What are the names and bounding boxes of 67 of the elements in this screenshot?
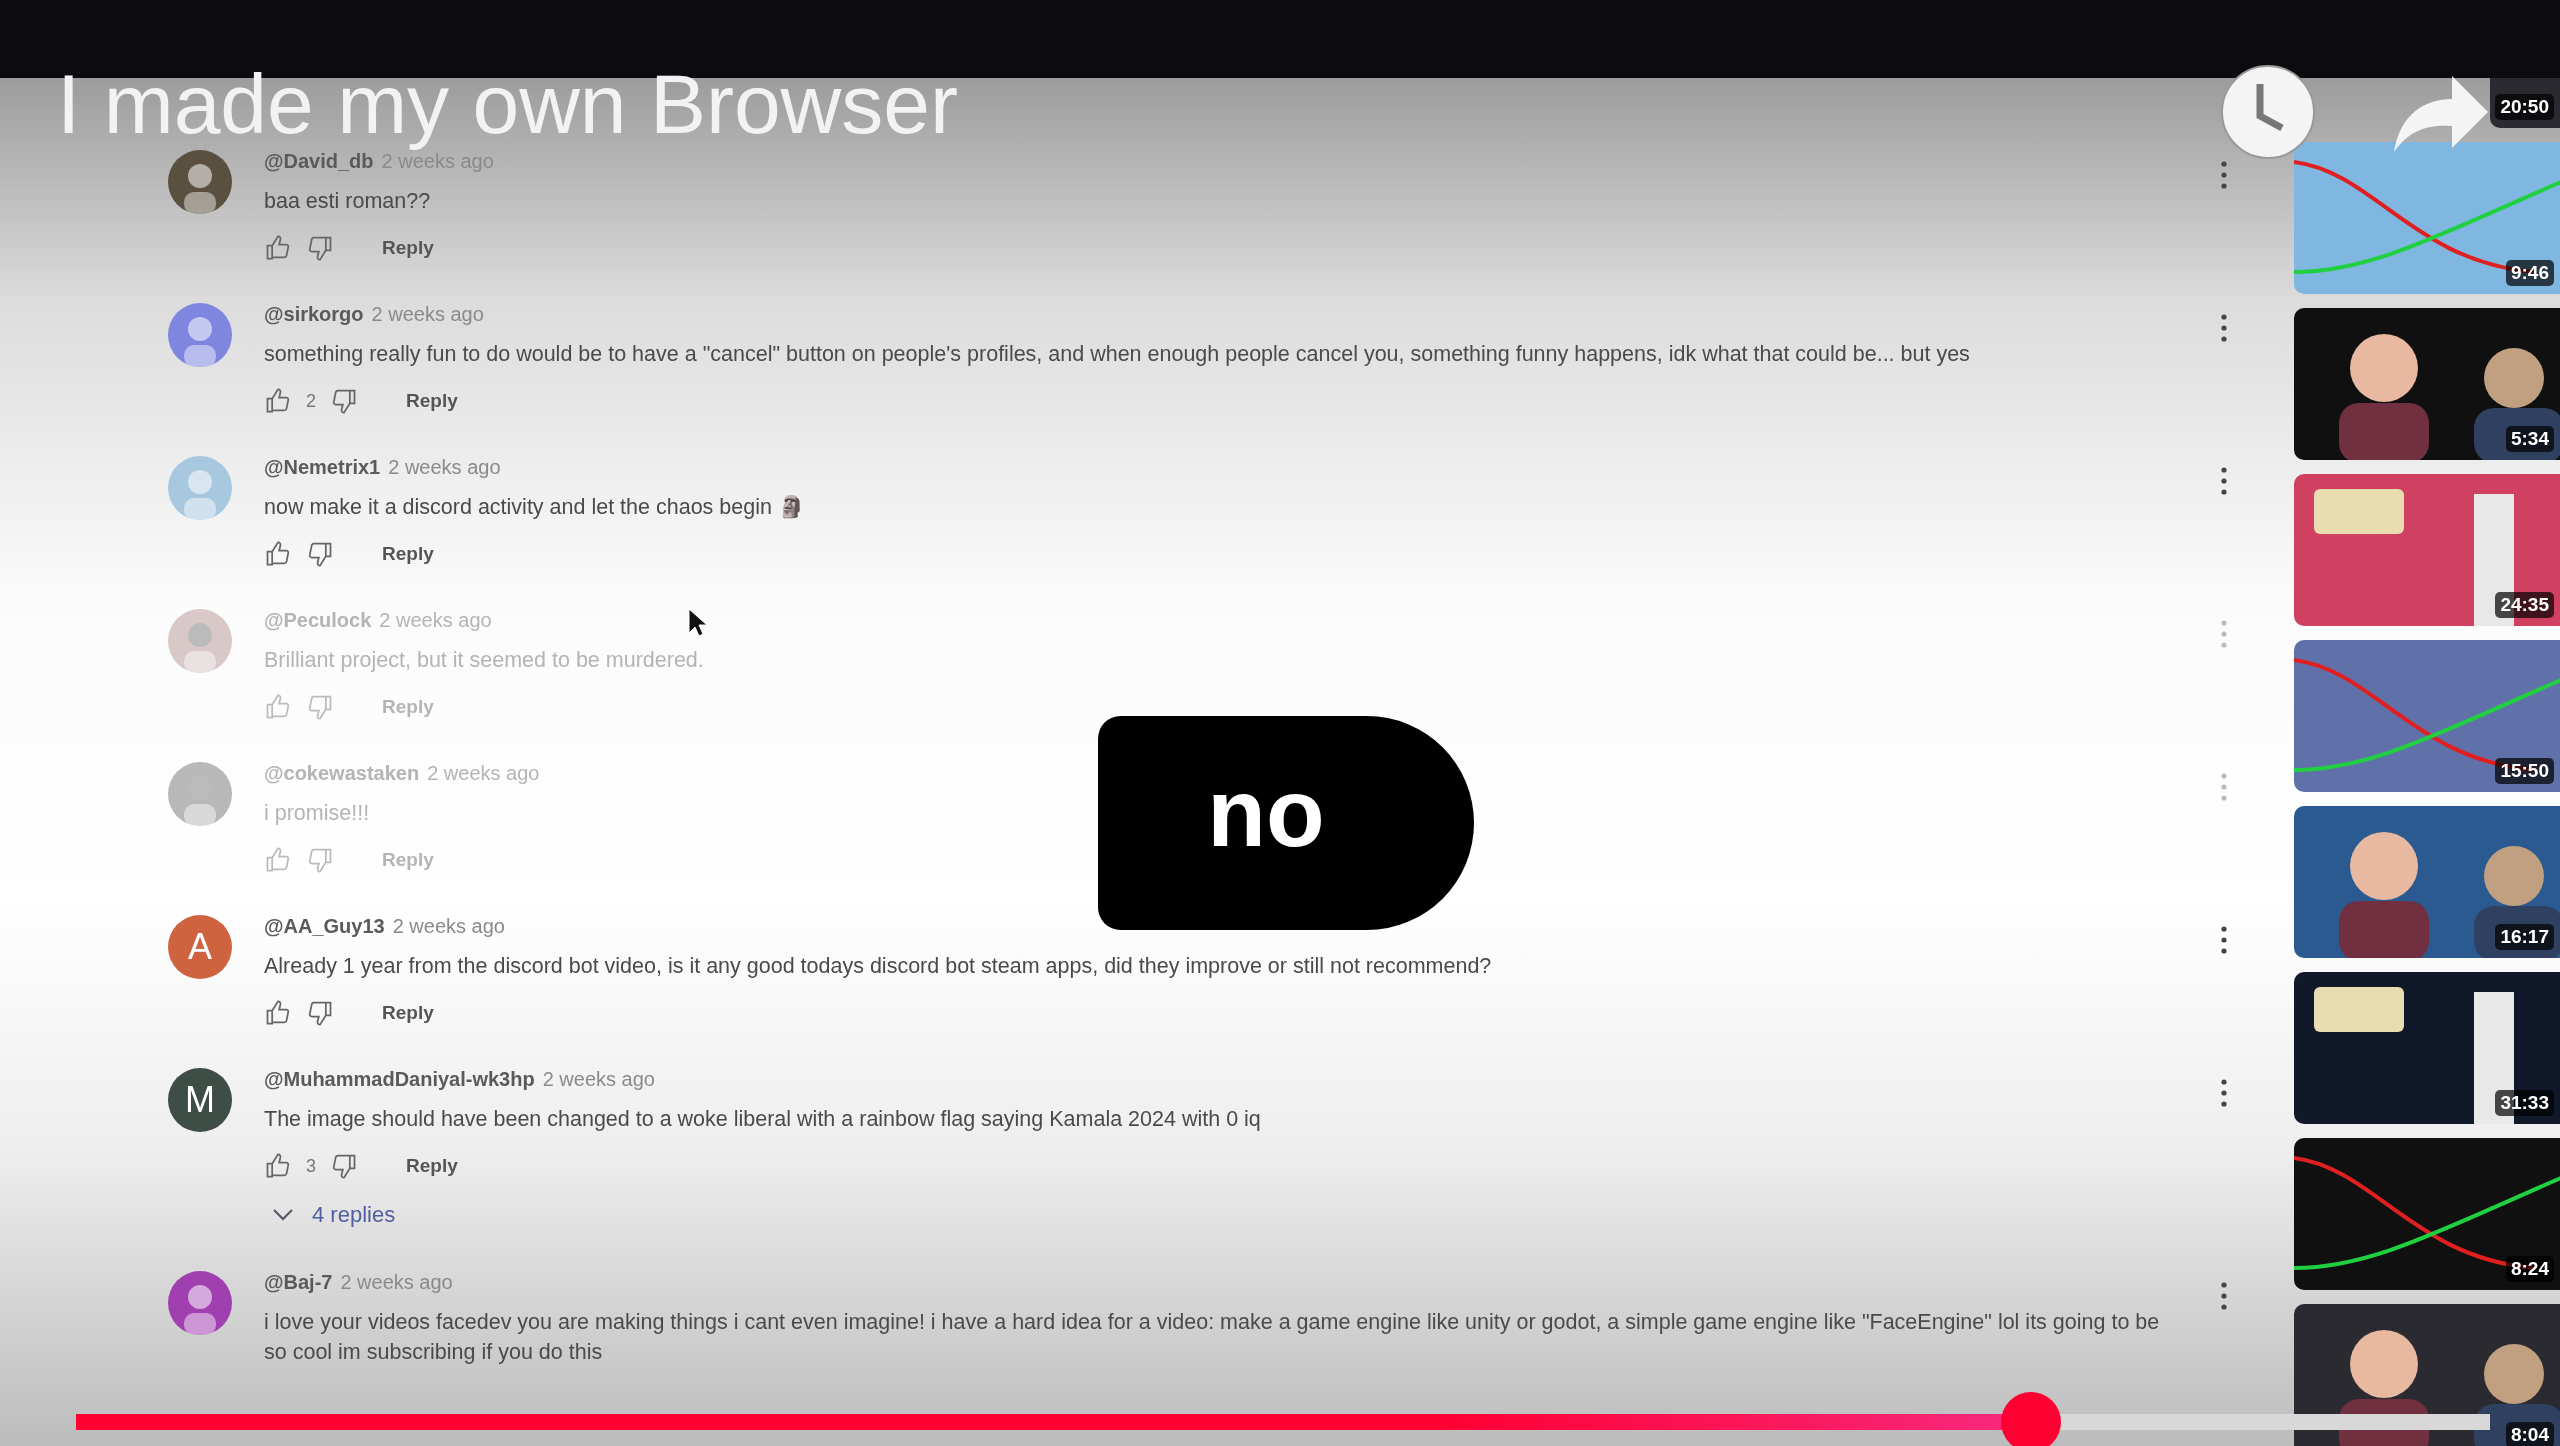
video-duration: 9:46 (2505, 260, 2554, 286)
comment-author[interactable]: @David_db (264, 150, 374, 173)
video-thumbnail[interactable]: 15:50 (2294, 640, 2560, 792)
video-duration: 15:50 (2495, 758, 2554, 784)
avatar[interactable]: M (168, 1068, 232, 1132)
reply-button[interactable]: Reply (374, 998, 442, 1028)
like-icon[interactable] (264, 1152, 292, 1180)
dislike-icon[interactable] (330, 1152, 358, 1180)
like-icon[interactable] (264, 999, 292, 1027)
dislike-icon[interactable] (306, 540, 334, 568)
comment-text: The image should have been changed to a woke liberal with a rainbow flag saying Kamala 2024 with 0 iq (264, 1106, 1261, 1133)
more-icon[interactable] (2219, 1281, 2229, 1311)
dislike-icon[interactable] (306, 999, 334, 1027)
comment-author[interactable]: @MuhammadDaniyal-wk3hp (264, 1068, 535, 1091)
more-icon[interactable] (2219, 466, 2229, 496)
comment-text: i promise!!! (264, 800, 370, 827)
like-count: 2 (306, 390, 316, 412)
mouse-cursor-icon (688, 608, 708, 638)
reply-button[interactable]: Reply (398, 1151, 466, 1181)
dislike-icon[interactable] (330, 387, 358, 415)
reply-button[interactable]: Reply (398, 386, 466, 416)
replies-toggle[interactable]: 4 replies (264, 1196, 404, 1234)
video-thumbnail[interactable]: 31:33 (2294, 972, 2560, 1124)
comment-author[interactable]: @Nemetrix1 (264, 456, 381, 479)
progress-bar[interactable] (76, 1414, 2490, 1430)
clock-icon[interactable] (2220, 64, 2316, 160)
video-thumbnail[interactable]: 20:50 (2490, 78, 2560, 128)
comment-author[interactable]: @sirkorgo (264, 303, 364, 326)
video-duration: 5:34 (2505, 426, 2554, 452)
video-duration: 16:17 (2495, 924, 2554, 950)
avatar[interactable]: A (168, 915, 232, 979)
video-duration: 31:33 (2495, 1090, 2554, 1116)
more-icon[interactable] (2219, 1078, 2229, 1108)
comment-time[interactable]: 2 weeks ago (542, 1068, 655, 1091)
video-thumbnail[interactable]: 9:46 (2294, 142, 2560, 294)
comment-text: something really fun to do would be to have a "cancel" button on people's profiles, and when enough people cancel you, something funny happens, idk what that could be... but yes (264, 341, 1970, 368)
video-thumbnail[interactable]: 16:17 (2294, 806, 2560, 958)
sticker-text: no (1207, 758, 1325, 868)
more-icon[interactable] (2219, 160, 2229, 190)
reply-button[interactable]: Reply (374, 233, 442, 263)
comment-author[interactable]: @Baj-7 (264, 1271, 333, 1294)
like-icon[interactable] (264, 540, 292, 568)
comment-author[interactable]: @AA_Guy13 (264, 915, 385, 938)
reply-button[interactable]: Reply (374, 539, 442, 569)
video-duration: 24:35 (2495, 592, 2554, 618)
video-duration: 8:04 (2505, 1422, 2554, 1446)
comment-text: baa esti roman?? (264, 188, 431, 215)
comment-time[interactable]: 2 weeks ago (392, 915, 505, 938)
comment-text: Already 1 year from the discord bot video, is it any good todays discord bot steam apps, did they improve or still not recommend? (264, 953, 1492, 980)
like-icon[interactable] (264, 387, 292, 415)
video-thumbnail[interactable]: 8:24 (2294, 1138, 2560, 1290)
comment-time[interactable]: 2 weeks ago (371, 303, 484, 326)
chevron-down-icon[interactable] (272, 1208, 294, 1222)
video-duration: 8:24 (2505, 1256, 2554, 1282)
comment-text: now make it a discord activity and let the chaos begin 🗿 (264, 494, 805, 521)
video-thumbnail[interactable]: 24:35 (2294, 474, 2560, 626)
more-icon[interactable] (2219, 925, 2229, 955)
more-icon[interactable] (2219, 313, 2229, 343)
video-thumbnail[interactable]: 5:34 (2294, 308, 2560, 460)
comment-text: i love your videos facedev you are making things i cant even imagine! i have a hard idea for a video: make a game engine like unity or godot, a simple game engine like "FaceEngine" lol its going to be so cool im subscribing if you do this (264, 1309, 2161, 1366)
video-duration: 20:50 (2495, 94, 2554, 120)
comment-text: Brilliant project, but it seemed to be murdered. (264, 647, 704, 674)
like-icon[interactable] (264, 234, 292, 262)
dislike-icon[interactable] (306, 234, 334, 262)
like-count: 3 (306, 1155, 316, 1177)
video-thumbnail[interactable]: 8:04 (2294, 1304, 2560, 1446)
comment-time[interactable]: 2 weeks ago (388, 456, 501, 479)
